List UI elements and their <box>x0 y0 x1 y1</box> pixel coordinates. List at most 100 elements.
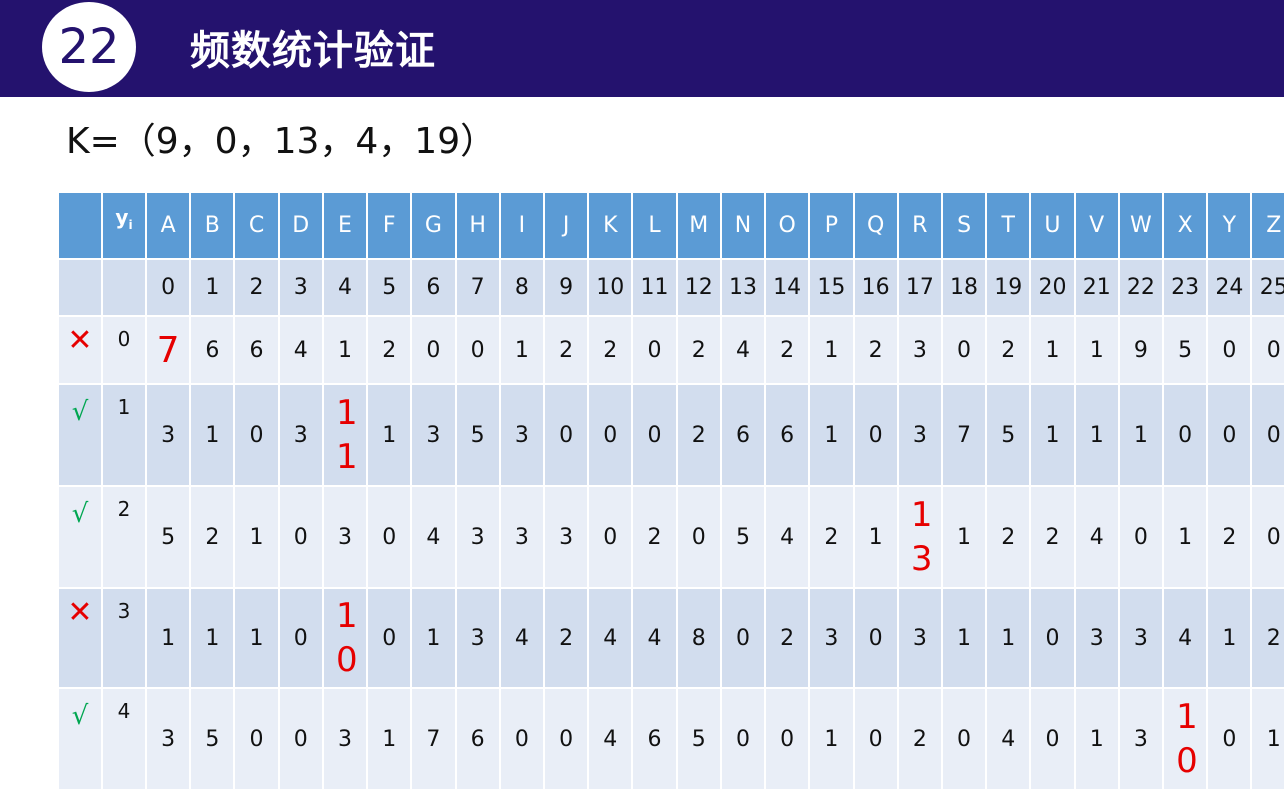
count-cell: 1 <box>852 485 899 589</box>
index-cell: 18 <box>940 258 988 317</box>
index-cell: 15 <box>808 258 855 317</box>
count-cell: 2 <box>366 315 413 385</box>
count-cell: 1 <box>144 587 192 689</box>
count-cell: 1 <box>233 587 280 689</box>
count-cell: 1 <box>940 485 988 589</box>
count-cell: 5 <box>985 383 1032 487</box>
index-cell: 10 <box>587 258 634 317</box>
index-cell: 23 <box>1162 258 1209 317</box>
corner-cell <box>57 191 103 260</box>
count-cell: 2 <box>896 687 943 791</box>
count-cell: 8 <box>675 587 722 689</box>
count-cell: 6 <box>454 687 501 791</box>
count-cell: 0 <box>233 687 280 791</box>
index-row: 0 1 2 3 4 5 6 7 8 9 10 11 12 13 14 15 16 17 18 19 20 21 22 23 24… <box>57 258 1284 317</box>
letter-header-cell: X <box>1162 191 1209 260</box>
count-cell: 4 <box>587 587 634 689</box>
count-cell: 0 <box>764 687 811 791</box>
count-cell: 2 <box>1250 587 1284 689</box>
count-cell: 4 <box>764 485 811 589</box>
key-vector: K=（9，0，13，4，19） <box>66 121 497 162</box>
index-cell: 1 <box>189 258 236 317</box>
count-cell: 5 <box>189 687 236 791</box>
frequency-table: yi A B C D E F G H I J K L M N O P Q R S T U V W X Y Z 0 1 2 3 4 5 6 7 8 9 10… <box>57 191 1284 791</box>
max-count-value: 7 <box>156 329 180 371</box>
count-cell: 0 <box>587 485 634 589</box>
count-cell: 1 <box>1029 383 1076 487</box>
count-cell: 4 <box>631 587 678 689</box>
count-cell: 1 <box>1117 383 1165 487</box>
count-cell: 1 <box>1029 315 1076 385</box>
max-count-value: 10 <box>1176 697 1198 781</box>
count-cell: 7 <box>940 383 988 487</box>
count-cell: 4 <box>277 315 324 385</box>
y-value-cell: 0 <box>101 315 147 385</box>
index-cell: 5 <box>366 258 413 317</box>
letter-header-cell: E <box>321 191 369 260</box>
title-bar: 22 频数统计验证 <box>0 0 1284 97</box>
count-cell: 0 <box>852 383 899 487</box>
index-cell: 17 <box>896 258 943 317</box>
count-cell: 2 <box>1206 485 1253 589</box>
index-cell: 11 <box>631 258 678 317</box>
count-cell: 0 <box>1206 687 1253 791</box>
count-cell: 6 <box>233 315 280 385</box>
count-cell: 0 <box>366 485 413 589</box>
count-cell: 2 <box>764 587 811 689</box>
yi-label: y <box>115 205 129 229</box>
count-cell: 3 <box>1117 587 1165 689</box>
count-cell: 11 <box>321 383 369 487</box>
count-cell: 0 <box>233 383 280 487</box>
count-cell: 1 <box>410 587 457 689</box>
letter-header-cell: M <box>675 191 722 260</box>
index-cell: 8 <box>498 258 545 317</box>
letter-header-cell: L <box>631 191 678 260</box>
count-cell: 1 <box>1073 383 1120 487</box>
index-cell: 24 <box>1206 258 1253 317</box>
count-cell: 3 <box>321 687 369 791</box>
count-cell: 1 <box>1073 315 1120 385</box>
count-cell: 5 <box>719 485 767 589</box>
count-cell: 0 <box>1162 383 1209 487</box>
count-cell: 0 <box>498 687 545 791</box>
count-cell: 0 <box>542 687 590 791</box>
max-count-value: 11 <box>335 393 358 477</box>
count-cell: 7 <box>144 315 192 385</box>
cross-mark-icon: ✕ <box>57 315 103 385</box>
letter-header-cell: V <box>1073 191 1120 260</box>
letter-header-cell: N <box>719 191 767 260</box>
letter-header-cell: G <box>410 191 457 260</box>
index-cell: 16 <box>852 258 899 317</box>
count-cell: 3 <box>498 383 545 487</box>
count-cell: 0 <box>719 687 767 791</box>
count-cell: 1 <box>808 687 855 791</box>
index-cell: 12 <box>675 258 722 317</box>
letter-header-cell: Z <box>1250 191 1284 260</box>
count-cell: 1 <box>366 687 413 791</box>
count-cell: 3 <box>896 315 943 385</box>
count-cell: 13 <box>896 485 943 589</box>
index-cell: 25 <box>1250 258 1284 317</box>
count-cell: 1 <box>366 383 413 487</box>
y-value-cell: 4 <box>101 687 147 791</box>
count-cell: 1 <box>498 315 545 385</box>
table-row: √ 2 5 2 1 0 3 0 4 3 3 3 0 2 0 5 4 2 1 13 1 2 2 4 0 1 2 0 <box>57 485 1284 589</box>
slide-number-badge: 22 <box>42 2 136 92</box>
count-cell: 0 <box>1206 383 1253 487</box>
count-cell: 0 <box>277 687 324 791</box>
count-cell: 4 <box>587 687 634 791</box>
letter-header-cell: F <box>366 191 413 260</box>
index-cell: 13 <box>719 258 767 317</box>
count-cell: 6 <box>719 383 767 487</box>
count-cell: 5 <box>454 383 501 487</box>
count-cell: 9 <box>1117 315 1165 385</box>
count-cell: 2 <box>764 315 811 385</box>
letter-header-cell: D <box>277 191 324 260</box>
index-cell: 0 <box>144 258 192 317</box>
count-cell: 5 <box>675 687 722 791</box>
y-value-cell: 2 <box>101 485 147 589</box>
y-value-cell: 3 <box>101 587 147 689</box>
index-cell: 22 <box>1117 258 1165 317</box>
count-cell: 3 <box>808 587 855 689</box>
count-cell: 1 <box>1250 687 1284 791</box>
